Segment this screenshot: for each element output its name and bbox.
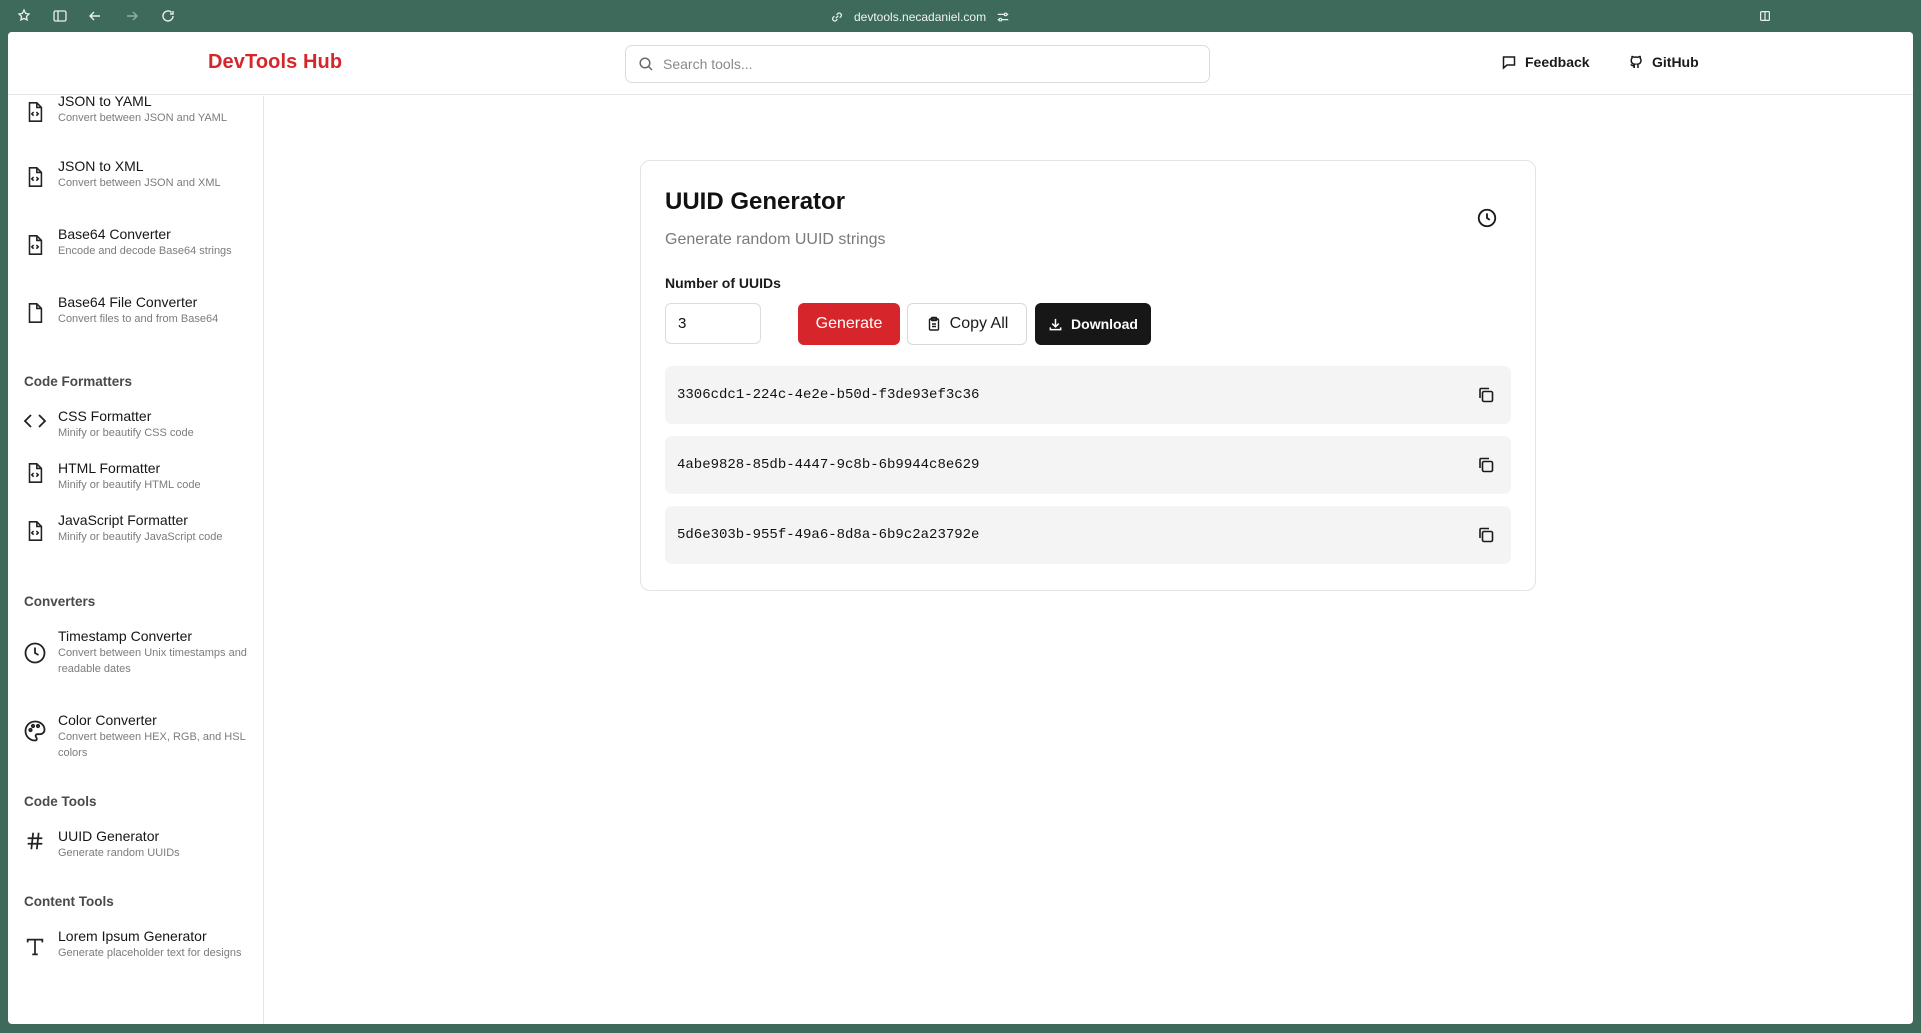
search-box[interactable] bbox=[625, 45, 1210, 83]
reload-icon[interactable] bbox=[159, 7, 177, 25]
address-bar[interactable]: devtools.necadaniel.com bbox=[830, 8, 1010, 25]
copy-all-button[interactable]: Copy All bbox=[907, 303, 1027, 345]
search-icon bbox=[639, 57, 653, 71]
feedback-link[interactable]: Feedback bbox=[1501, 54, 1590, 70]
sidebar-item-title: Base64 File Converter bbox=[58, 294, 198, 310]
sidebar-item-css-formatter[interactable]: CSS Formatter Minify or beautify CSS code bbox=[22, 408, 252, 441]
file-code-icon bbox=[22, 99, 48, 125]
sidebar-item-desc: Convert between JSON and XML bbox=[58, 177, 221, 189]
copy-all-label: Copy All bbox=[949, 315, 1009, 332]
sidebar-item-title: Lorem Ipsum Generator bbox=[58, 928, 207, 944]
tool-subtitle: Generate random UUID strings bbox=[665, 231, 886, 248]
extensions-icon[interactable] bbox=[15, 7, 33, 25]
sidebar-item-title: CSS Formatter bbox=[58, 408, 152, 424]
sidebar-item-timestamp-converter[interactable]: Timestamp Converter Convert between Unix … bbox=[22, 628, 252, 677]
section-heading-code-formatters: Code Formatters bbox=[24, 374, 133, 389]
file-icon bbox=[22, 300, 48, 326]
sidebar-item-title: Timestamp Converter bbox=[58, 628, 193, 644]
sidebar-item-desc: Minify or beautify JavaScript code bbox=[58, 531, 223, 543]
github-icon bbox=[1630, 55, 1642, 68]
sidebar-item-desc: Convert between JSON and YAML bbox=[58, 112, 227, 124]
browser-toolbar: devtools.necadaniel.com bbox=[0, 0, 1921, 32]
copy-icon[interactable] bbox=[1475, 384, 1497, 406]
uuid-count-input[interactable] bbox=[665, 303, 761, 344]
github-label: GitHub bbox=[1652, 54, 1699, 70]
section-heading-converters: Converters bbox=[24, 594, 96, 609]
url-text: devtools.necadaniel.com bbox=[854, 9, 987, 24]
sidebar: JSON to YAML Convert between JSON and YAM… bbox=[8, 96, 264, 1024]
generate-label: Generate bbox=[815, 315, 883, 332]
uuid-value: 5d6e303b-955f-49a6-8d8a-6b9c2a23792e bbox=[677, 527, 980, 543]
sidebar-item-title: JSON to YAML bbox=[58, 96, 152, 109]
hash-icon bbox=[22, 828, 48, 854]
file-code-icon bbox=[22, 518, 48, 544]
sidebar-item-desc: Encode and decode Base64 strings bbox=[58, 245, 232, 257]
uuid-row: 4abe9828-85db-4447-9c8b-6b9944c8e629 bbox=[665, 436, 1511, 494]
uuid-generator-card: UUID Generator Generate random UUID stri… bbox=[640, 160, 1536, 591]
sidebar-item-desc: Minify or beautify HTML code bbox=[58, 479, 201, 491]
app-window: DevTools Hub Feedback GitHub JSON to YAM… bbox=[8, 32, 1913, 1024]
sidebar-item-title: JSON to XML bbox=[58, 158, 144, 174]
sidebar-item-desc: Convert between Unix timestamps and read… bbox=[58, 647, 247, 675]
copy-icon[interactable] bbox=[1475, 454, 1497, 476]
site-settings-icon[interactable] bbox=[996, 10, 1010, 24]
uuid-count-label: Number of UUIDs bbox=[665, 275, 781, 291]
clock-icon bbox=[22, 640, 48, 666]
download-icon bbox=[1049, 318, 1062, 330]
sidebar-item-title: Color Converter bbox=[58, 712, 157, 728]
file-code-icon bbox=[22, 232, 48, 258]
tool-title: UUID Generator bbox=[665, 188, 846, 215]
sidebar-item-desc: Minify or beautify CSS code bbox=[58, 427, 194, 439]
sidebar-item-javascript-formatter[interactable]: JavaScript Formatter Minify or beautify J… bbox=[22, 512, 252, 545]
copy-icon[interactable] bbox=[1475, 524, 1497, 546]
sidebar-item-title: HTML Formatter bbox=[58, 460, 161, 476]
message-square-icon bbox=[1502, 56, 1516, 70]
sidebar-item-lorem-ipsum-generator[interactable]: Lorem Ipsum Generator Generate placeholde… bbox=[22, 928, 252, 961]
uuid-value: 3306cdc1-224c-4e2e-b50d-f3de93ef3c36 bbox=[677, 387, 980, 403]
section-heading-content-tools: Content Tools bbox=[24, 894, 114, 909]
github-link[interactable]: GitHub bbox=[1628, 54, 1699, 70]
code-icon bbox=[22, 408, 48, 434]
top-navbar: DevTools Hub Feedback GitHub bbox=[8, 32, 1913, 95]
sidebar-item-desc: Generate placeholder text for designs bbox=[58, 947, 242, 959]
link-icon bbox=[832, 11, 842, 22]
sidebar-item-desc: Generate random UUIDs bbox=[58, 847, 180, 859]
sidebar-toggle-icon[interactable] bbox=[51, 7, 69, 25]
type-icon bbox=[22, 934, 48, 960]
sidebar-item-title: JavaScript Formatter bbox=[58, 512, 188, 528]
generate-button[interactable]: Generate bbox=[798, 303, 900, 345]
file-code-icon bbox=[22, 460, 48, 486]
clipboard-icon bbox=[928, 316, 939, 331]
sidebar-item-uuid-generator[interactable]: UUID Generator Generate random UUIDs bbox=[22, 828, 252, 861]
sidebar-item-json-to-xml[interactable]: JSON to XML Convert between JSON and XML bbox=[22, 158, 252, 191]
history-icon[interactable] bbox=[1474, 205, 1500, 231]
sidebar-item-json-to-yaml[interactable]: JSON to YAML Convert between JSON and YAM… bbox=[22, 96, 252, 126]
sidebar-item-desc: Convert files to and from Base64 bbox=[58, 313, 219, 325]
sidebar-item-title: Base64 Converter bbox=[58, 226, 171, 242]
sidebar-item-html-formatter[interactable]: HTML Formatter Minify or beautify HTML co… bbox=[22, 460, 252, 493]
uuid-row: 5d6e303b-955f-49a6-8d8a-6b9c2a23792e bbox=[665, 506, 1511, 564]
section-heading-code-tools: Code Tools bbox=[24, 794, 97, 809]
file-code-icon bbox=[22, 164, 48, 190]
back-icon[interactable] bbox=[86, 7, 104, 25]
download-button[interactable]: Download bbox=[1035, 303, 1151, 345]
palette-icon bbox=[22, 718, 48, 744]
search-input[interactable] bbox=[663, 56, 1209, 72]
sidebar-item-desc: Convert between HEX, RGB, and HSL colors bbox=[58, 731, 246, 759]
sidebar-item-title: UUID Generator bbox=[58, 828, 160, 844]
uuid-value: 4abe9828-85db-4447-9c8b-6b9944c8e629 bbox=[677, 457, 980, 473]
uuid-row: 3306cdc1-224c-4e2e-b50d-f3de93ef3c36 bbox=[665, 366, 1511, 424]
feedback-label: Feedback bbox=[1525, 54, 1590, 70]
brand-logo[interactable]: DevTools Hub bbox=[208, 51, 342, 74]
sidebar-item-base64-file-converter[interactable]: Base64 File Converter Convert files to an… bbox=[22, 294, 252, 327]
split-view-icon[interactable] bbox=[1756, 7, 1774, 25]
forward-icon[interactable] bbox=[123, 7, 141, 25]
sidebar-item-base64-converter[interactable]: Base64 Converter Encode and decode Base64… bbox=[22, 226, 252, 259]
sidebar-item-color-converter[interactable]: Color Converter Convert between HEX, RGB,… bbox=[22, 712, 252, 761]
download-label: Download bbox=[1071, 316, 1138, 332]
